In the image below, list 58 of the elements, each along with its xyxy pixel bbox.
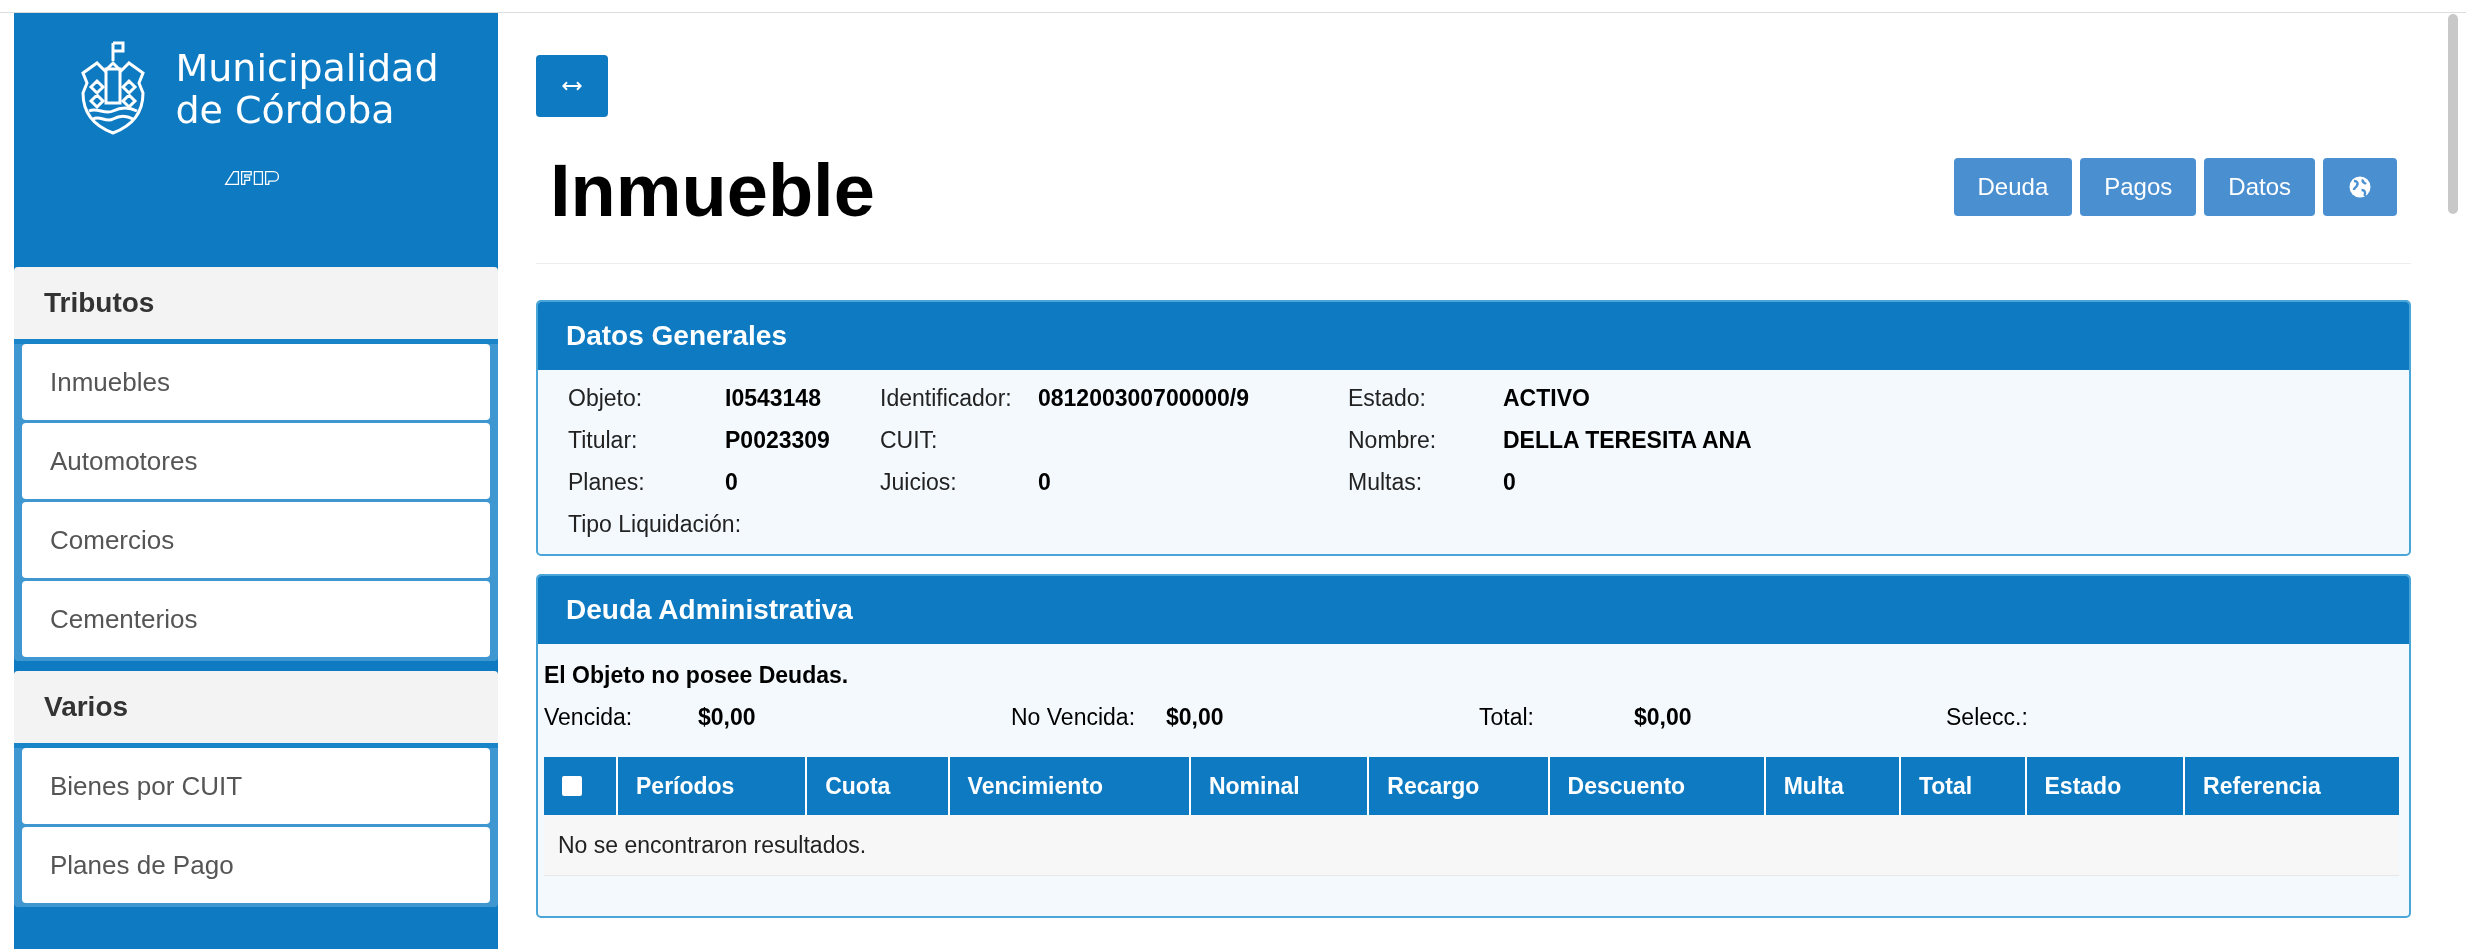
total-value: $0,00 — [1166, 703, 1225, 732]
column-header[interactable]: Descuento — [1548, 757, 1765, 815]
toggle-button[interactable] — [536, 55, 608, 117]
column-header[interactable]: Total — [1899, 757, 2026, 815]
column-header[interactable]: Vencimiento — [948, 757, 1190, 815]
nav-button[interactable]: Deuda — [1953, 158, 2073, 216]
total-label: Vencida: — [544, 703, 634, 732]
total-value: $0,00 — [698, 703, 757, 732]
select-all-checkbox[interactable] — [562, 776, 582, 796]
column-header[interactable]: Recargo — [1368, 757, 1549, 815]
page-title: Inmueble — [550, 147, 875, 233]
column-header[interactable]: Estado — [2025, 757, 2185, 815]
total-label: Total: — [1479, 703, 1535, 732]
column-header[interactable]: Períodos — [617, 757, 807, 815]
section-heading: Tributos — [14, 267, 498, 344]
field-label: Tipo Liquidación: — [568, 510, 742, 539]
field-label: Nombre: — [1348, 426, 1438, 455]
nav-button[interactable]: Pagos — [2080, 158, 2197, 216]
double-arrow-icon — [562, 81, 582, 91]
field-value: P0023309 — [725, 426, 831, 455]
section-heading: Varios — [14, 671, 498, 748]
sidebar-item[interactable]: Comercios — [22, 502, 490, 578]
field-value: 0 — [1038, 468, 1052, 497]
field-label: Objeto: — [568, 384, 644, 413]
column-header[interactable]: Referencia — [2184, 757, 2399, 815]
brand-name: Municipalidad de Córdoba — [175, 47, 439, 131]
field-label: Titular: — [568, 426, 639, 455]
field-label: Juicios: — [880, 468, 958, 497]
empty-message: No se encontraron resultados. — [544, 815, 2399, 876]
scrollbar[interactable] — [2448, 14, 2458, 214]
sidebar-item[interactable]: Bienes por CUIT — [22, 748, 490, 824]
globe-button[interactable] — [2323, 158, 2397, 216]
field-label: Estado: — [1348, 384, 1427, 413]
field-value: 0 — [1503, 468, 1517, 497]
panel-header: Deuda Administrativa — [538, 576, 2409, 644]
globe-icon — [2348, 175, 2372, 199]
total-value: $0,00 — [1634, 703, 1693, 732]
column-header[interactable]: Cuota — [806, 757, 949, 815]
field-label: Identificador: — [880, 384, 1013, 413]
sidebar-item[interactable]: Inmuebles — [22, 344, 490, 420]
field-label: Planes: — [568, 468, 646, 497]
sidebar-item[interactable]: Cementerios — [22, 581, 490, 657]
total-label: Selecc.: — [1946, 703, 2029, 732]
column-header[interactable]: Nominal — [1189, 757, 1369, 815]
total-label: No Vencida: — [1011, 703, 1137, 732]
field-value: I0543148 — [725, 384, 822, 413]
panel-header: Datos Generales — [538, 302, 2409, 370]
field-value: 081200300700000/9 — [1038, 384, 1251, 413]
sidebar-item[interactable]: Automotores — [22, 423, 490, 499]
field-value: 0 — [725, 468, 739, 497]
field-label: Multas: — [1348, 468, 1424, 497]
field-value: DELLA TERESITA ANA — [1503, 426, 1753, 455]
status-message: El Objeto no posee Deudas. — [544, 662, 850, 689]
field-value: ACTIVO — [1503, 384, 1591, 413]
field-label: CUIT: — [880, 426, 938, 455]
sidebar-item[interactable]: Planes de Pago — [22, 827, 490, 903]
column-header[interactable]: Multa — [1764, 757, 1900, 815]
nav-button[interactable]: Datos — [2204, 158, 2315, 216]
